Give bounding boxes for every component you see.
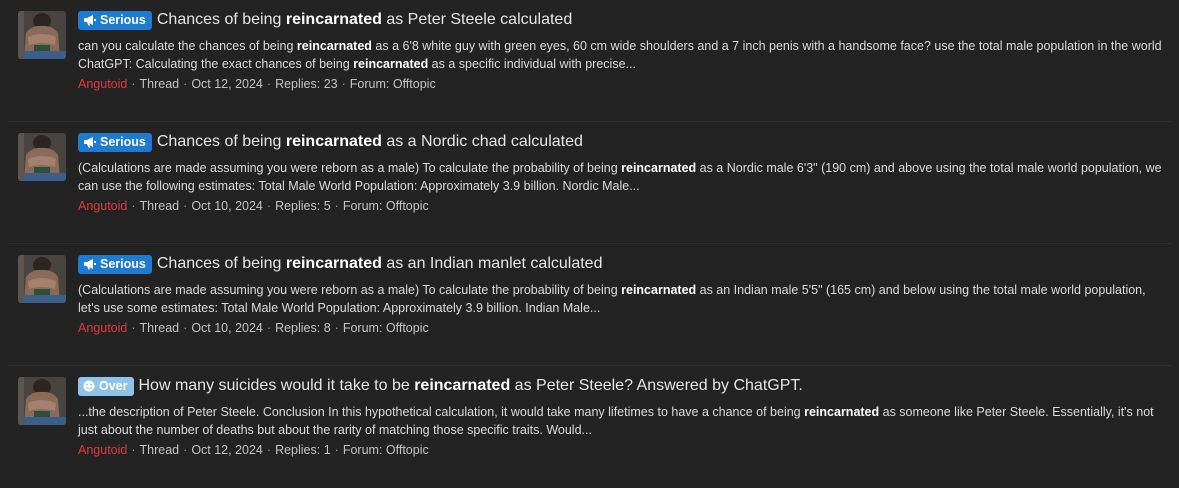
megaphone-icon (83, 14, 96, 26)
avatar[interactable] (18, 11, 66, 59)
meta-separator: · (266, 321, 272, 335)
meta-separator: · (183, 199, 188, 213)
result-snippet: (Calculations are made assuming you were… (78, 281, 1168, 317)
result-title-row: Serious Chances of being reincarnated as… (78, 8, 1165, 32)
search-result: Over How many suicides would it take to … (8, 366, 1171, 488)
meta-separator: · (131, 321, 136, 335)
result-forum-link[interactable]: Forum: Offtopic (343, 199, 429, 213)
search-result: Serious Chances of being reincarnated as… (8, 244, 1171, 366)
meta-separator: · (266, 443, 272, 457)
megaphone-icon (83, 258, 96, 270)
search-result: Serious Chances of being reincarnated as… (8, 0, 1171, 122)
title-highlight: reincarnated (285, 255, 382, 272)
title-text-end: as a Nordic chad calculated (381, 133, 583, 150)
title-text: Chances of being (156, 255, 286, 272)
result-replies: Replies: 5 (275, 199, 331, 213)
result-date: Oct 10, 2024 (191, 199, 263, 213)
result-type: Thread (139, 199, 180, 213)
result-date: Oct 10, 2024 (191, 321, 263, 335)
prefix-badge[interactable]: Over (78, 376, 134, 396)
result-forum-link[interactable]: Forum: Offtopic (350, 77, 436, 91)
prefix-label: Serious (100, 257, 146, 271)
search-result: Serious Chances of being reincarnated as… (8, 122, 1171, 244)
avatar[interactable] (18, 133, 66, 181)
result-forum-link[interactable]: Forum: Offtopic (343, 443, 429, 457)
snippet-text: as a specific individual with precise... (428, 57, 636, 71)
meta-separator: · (334, 443, 339, 457)
author-link[interactable]: Angutoid (78, 199, 127, 213)
meta-separator: · (266, 199, 272, 213)
result-body: Over How many suicides would it take to … (78, 374, 1165, 459)
title-text-end: as Peter Steele? Answered by ChatGPT. (510, 377, 803, 394)
meta-separator: · (131, 443, 136, 457)
prefix-badge[interactable]: Serious (78, 132, 152, 152)
author-link[interactable]: Angutoid (78, 443, 127, 457)
result-body: Serious Chances of being reincarnated as… (78, 8, 1165, 93)
prefix-label: Over (99, 379, 128, 393)
result-replies: Replies: 23 (275, 77, 338, 91)
title-highlight: reincarnated (285, 11, 382, 28)
snippet-text: ...the description of Peter Steele. Conc… (78, 405, 805, 419)
prefix-badge[interactable]: Serious (78, 10, 152, 30)
meta-separator: · (334, 321, 339, 335)
result-meta: Angutoid · Thread · Oct 12, 2024 · Replies: 1 ·… (78, 441, 1165, 459)
snippet-highlight: reincarnated (353, 57, 429, 71)
result-title-row: Serious Chances of being reincarnated as… (78, 252, 1165, 276)
meta-separator: · (334, 199, 339, 213)
result-meta: Angutoid · Thread · Oct 10, 2024 · Replies: 5 ·… (78, 197, 1165, 215)
result-type: Thread (139, 321, 180, 335)
result-type: Thread (139, 443, 180, 457)
snippet-highlight: reincarnated (621, 283, 697, 297)
title-text: Chances of being (156, 11, 286, 28)
author-link[interactable]: Angutoid (78, 321, 127, 335)
result-body: Serious Chances of being reincarnated as… (78, 130, 1165, 215)
result-snippet: ...the description of Peter Steele. Conc… (78, 403, 1168, 439)
result-meta: Angutoid · Thread · Oct 10, 2024 · Replies: 8 ·… (78, 319, 1165, 337)
result-date: Oct 12, 2024 (191, 443, 263, 457)
result-snippet: (Calculations are made assuming you were… (78, 159, 1168, 195)
thread-title-link[interactable]: Chances of being reincarnated as an Indi… (157, 255, 603, 273)
title-text-end: as an Indian manlet calculated (381, 255, 603, 272)
thread-title-link[interactable]: Chances of being reincarnated as Peter S… (157, 11, 572, 29)
meta-separator: · (183, 77, 188, 91)
prefix-label: Serious (100, 13, 146, 27)
thread-title-link[interactable]: Chances of being reincarnated as a Nordi… (157, 133, 583, 151)
result-replies: Replies: 1 (275, 443, 331, 457)
meta-separator: · (341, 77, 346, 91)
meta-separator: · (183, 443, 188, 457)
search-results-list: Serious Chances of being reincarnated as… (0, 0, 1179, 488)
author-link[interactable]: Angutoid (78, 77, 127, 91)
title-text: How many suicides would it take to be (138, 377, 415, 394)
result-snippet: can you calculate the chances of being r… (78, 37, 1168, 73)
snippet-highlight: reincarnated (804, 405, 880, 419)
title-highlight: reincarnated (414, 377, 511, 394)
smiley-face-icon (83, 380, 95, 392)
prefix-label: Serious (100, 135, 146, 149)
snippet-text: (Calculations are made assuming you were… (78, 283, 622, 297)
result-date: Oct 12, 2024 (191, 77, 263, 91)
meta-separator: · (183, 321, 188, 335)
snippet-text: (Calculations are made assuming you were… (78, 161, 622, 175)
meta-separator: · (266, 77, 272, 91)
result-title-row: Serious Chances of being reincarnated as… (78, 130, 1165, 154)
avatar[interactable] (18, 255, 66, 303)
result-type: Thread (139, 77, 180, 91)
prefix-badge[interactable]: Serious (78, 254, 152, 274)
snippet-highlight: reincarnated (621, 161, 697, 175)
result-forum-link[interactable]: Forum: Offtopic (343, 321, 429, 335)
result-meta: Angutoid · Thread · Oct 12, 2024 · Replies: 23… (78, 75, 1165, 93)
snippet-text: can you calculate the chances of being (78, 39, 297, 53)
title-text: Chances of being (156, 133, 286, 150)
result-replies: Replies: 8 (275, 321, 331, 335)
result-body: Serious Chances of being reincarnated as… (78, 252, 1165, 337)
title-text-end: as Peter Steele calculated (381, 11, 573, 28)
avatar[interactable] (18, 377, 66, 425)
title-highlight: reincarnated (285, 133, 382, 150)
result-title-row: Over How many suicides would it take to … (78, 374, 1165, 398)
megaphone-icon (83, 136, 96, 148)
meta-separator: · (131, 77, 136, 91)
thread-title-link[interactable]: How many suicides would it take to be re… (139, 377, 803, 395)
meta-separator: · (131, 199, 136, 213)
snippet-highlight: reincarnated (296, 39, 372, 53)
